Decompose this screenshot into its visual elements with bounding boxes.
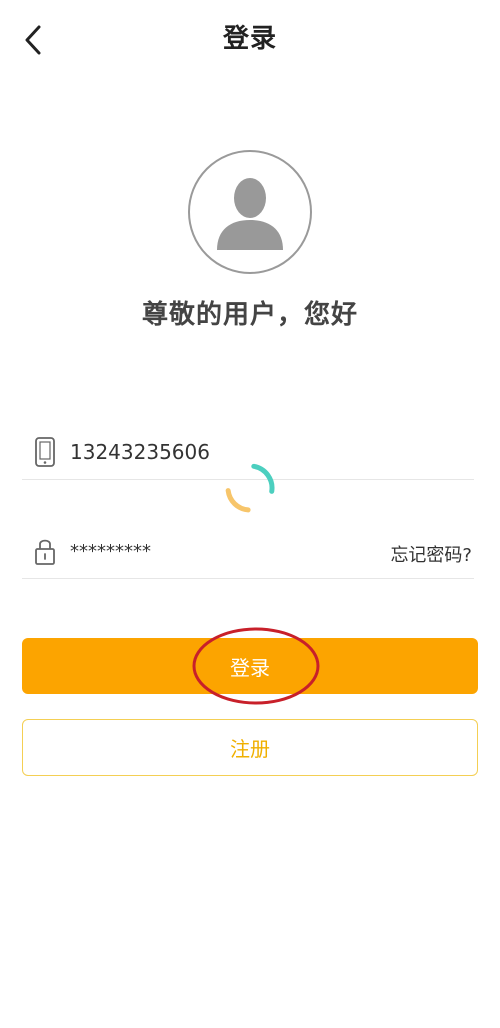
login-button[interactable]: 登录 xyxy=(22,638,478,694)
forgot-password-link[interactable]: 忘记密码? xyxy=(390,541,472,567)
login-page: 登录 尊敬的用户，您好 忘记密码? 登录 注册 xyxy=(0,0,500,1028)
loading-spinner xyxy=(225,463,275,513)
page-title: 登录 xyxy=(222,24,277,54)
header: 登录 xyxy=(0,0,500,80)
user-silhouette-icon xyxy=(217,178,283,250)
lock-icon xyxy=(35,539,55,565)
greeting-text: 尊敬的用户，您好 xyxy=(141,300,358,330)
password-field-row: 忘记密码? xyxy=(22,527,474,579)
phone-icon xyxy=(35,437,55,467)
avatar xyxy=(188,150,312,274)
password-input[interactable] xyxy=(70,535,370,567)
register-button[interactable]: 注册 xyxy=(22,719,478,776)
